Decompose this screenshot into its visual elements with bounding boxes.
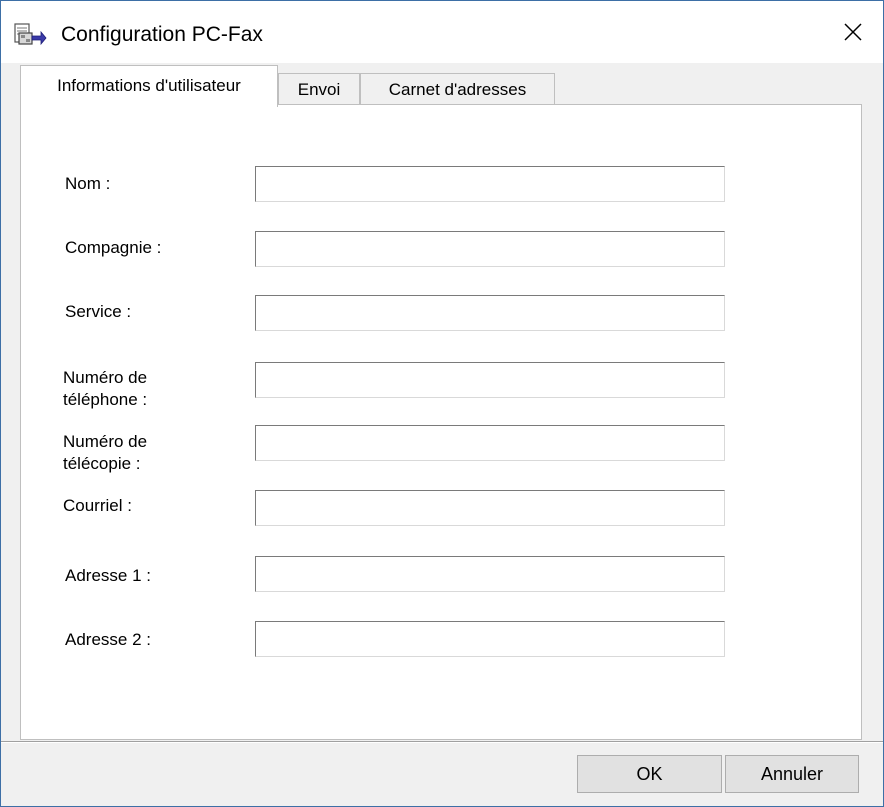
ok-button[interactable]: OK <box>577 755 722 793</box>
name-label: Nom : <box>65 174 111 193</box>
address1-label: Adresse 1 : <box>65 566 151 585</box>
address2-field[interactable] <box>255 621 725 657</box>
address1-field[interactable] <box>255 556 725 592</box>
department-label: Service : <box>65 302 132 321</box>
email-field[interactable] <box>255 490 725 526</box>
address2-label: Adresse 2 : <box>65 630 151 649</box>
dialog-footer: OK Annuler <box>1 743 883 806</box>
telephone-label: Numéro de téléphone : <box>63 368 148 409</box>
cancel-button[interactable]: Annuler <box>725 755 859 793</box>
window-title: Configuration PC-Fax <box>61 23 263 46</box>
fax-number-label: Numéro de télécopie : <box>63 432 148 473</box>
fax-icon <box>13 21 47 49</box>
company-field[interactable] <box>255 231 725 267</box>
tab-user-information[interactable]: Informations d'utilisateur <box>20 65 278 107</box>
tab-send[interactable]: Envoi <box>278 73 360 105</box>
telephone-field[interactable] <box>255 362 725 398</box>
name-field[interactable] <box>255 166 725 202</box>
user-information-panel: Nom : Compagnie : Service : Numéro de té… <box>20 104 862 740</box>
email-label: Courriel : <box>63 496 132 515</box>
company-label: Compagnie : <box>65 238 162 257</box>
pc-fax-config-dialog: Configuration PC-Fax Informations d'util… <box>0 0 884 807</box>
title-bar[interactable]: Configuration PC-Fax <box>1 1 883 63</box>
tab-address-book[interactable]: Carnet d'adresses <box>360 73 555 105</box>
department-field[interactable] <box>255 295 725 331</box>
fax-number-field[interactable] <box>255 425 725 461</box>
close-button[interactable] <box>823 1 883 63</box>
close-icon[interactable] <box>843 22 863 42</box>
